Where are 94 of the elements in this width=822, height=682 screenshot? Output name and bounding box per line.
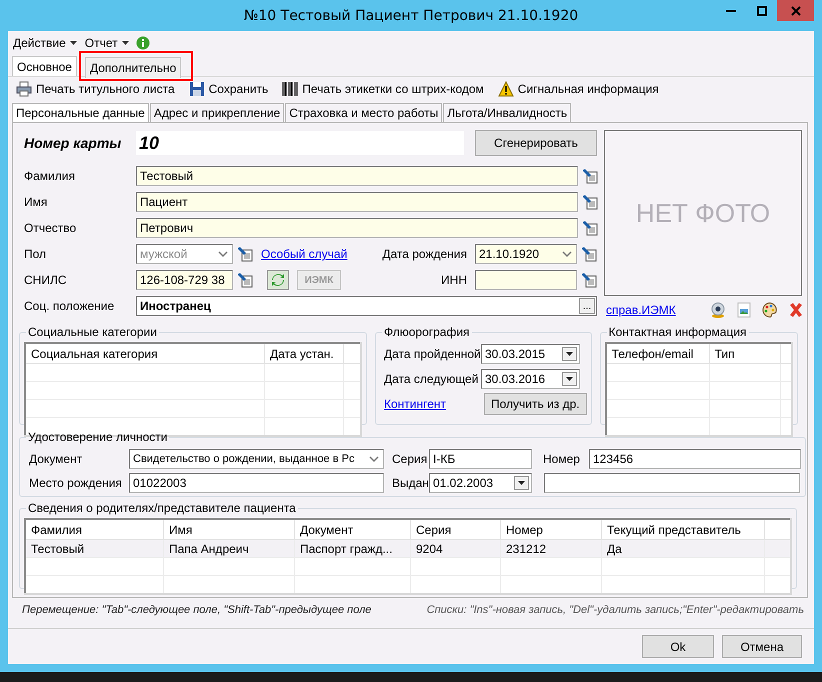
generate-button[interactable]: Сгенерировать: [475, 130, 597, 156]
palette-icon[interactable]: [762, 302, 778, 318]
input-field[interactable]: [544, 473, 800, 493]
input-field[interactable]: Петрович: [136, 218, 578, 238]
field-label: Дата следующей: [383, 372, 480, 386]
browse-button[interactable]: ...: [579, 298, 595, 314]
info-icon[interactable]: [136, 36, 150, 50]
tab[interactable]: Дополнительно: [84, 57, 182, 78]
field-label: Номер: [542, 452, 581, 466]
link[interactable]: справ.ИЭМК: [606, 303, 676, 317]
field-label: Фамилия: [23, 169, 76, 183]
caret-icon: [122, 41, 129, 45]
table-cell: Папа Андреич: [164, 540, 294, 558]
caret-icon: [70, 41, 77, 45]
webcam-icon[interactable]: [710, 302, 726, 318]
input-field[interactable]: I-КБ: [429, 449, 532, 469]
close-icon: [790, 6, 800, 16]
input-field[interactable]: Пациент: [136, 192, 578, 212]
field-label: Отчество: [23, 221, 78, 235]
ok-button[interactable]: Ok: [642, 635, 714, 658]
image-icon[interactable]: [736, 302, 752, 318]
group-title: Контактная информация: [608, 325, 748, 339]
cancel-button[interactable]: Отмена: [722, 635, 802, 658]
pencil-document-icon[interactable]: [582, 168, 598, 184]
input-field[interactable]: Иностранец ...: [136, 296, 597, 316]
toolbar-button[interactable]: Печать титульного листа: [16, 81, 175, 97]
input-field[interactable]: 01022003: [129, 473, 384, 493]
toolbar-button[interactable]: Печать этикетки со штрих-кодом: [282, 81, 484, 97]
printer-icon: [16, 81, 32, 97]
field-label: Имя: [23, 195, 48, 209]
toolbar-button[interactable]: Сохранить: [188, 81, 268, 97]
tab[interactable]: Льгота/Инвалидность: [443, 103, 572, 122]
column-header: Социальная категория: [25, 343, 264, 364]
tab[interactable]: Страховка и место работы: [285, 103, 442, 122]
minimize-icon: [726, 10, 736, 12]
warning-icon: [498, 81, 514, 97]
refresh-button[interactable]: [267, 270, 289, 290]
input-field[interactable]: 30.03.2016: [481, 369, 580, 389]
input-field[interactable]: 10: [136, 131, 464, 155]
field-label: Соц. положение: [23, 299, 116, 313]
field-label: Номер карты: [23, 135, 122, 151]
table-cell: Тестовый: [25, 540, 164, 558]
table-cell: Паспорт гражд...: [294, 540, 410, 558]
pencil-document-icon[interactable]: [581, 272, 597, 288]
field-label: Пол: [23, 247, 48, 261]
field-label: СНИЛС: [23, 273, 68, 287]
column-header: Тип: [709, 343, 780, 364]
field-label: Выдан: [391, 476, 429, 490]
toolbar-button[interactable]: Сигнальная информация: [498, 81, 659, 97]
close-button[interactable]: [777, 0, 814, 21]
group-title: Удостоверение личности: [27, 430, 168, 444]
hint-text: Списки: "Ins"-новая запись, "Del"-удалить запись;"Enter"-редактировать: [426, 604, 804, 618]
table-cell: 9204: [410, 540, 500, 558]
input-field[interactable]: [475, 270, 577, 290]
link[interactable]: Контингент: [384, 397, 484, 411]
barcode-icon: [282, 81, 298, 97]
menu-item[interactable]: Отчет: [84, 35, 130, 51]
maximize-icon: [756, 6, 766, 16]
input-field[interactable]: Тестовый: [136, 166, 578, 186]
tab[interactable]: Адрес и прикрепление: [150, 103, 284, 122]
field-label: Документ: [28, 452, 84, 466]
input-field[interactable]: 30.03.2015: [481, 344, 580, 364]
input-field[interactable]: 126-108-729 38: [136, 270, 233, 290]
column-header: Дата устан.: [264, 343, 344, 364]
group-title: Сведения о родителях/представителе пациента: [27, 501, 297, 515]
field-label: Место рождения: [28, 476, 123, 490]
group-title: Социальные категории: [27, 325, 158, 339]
tab[interactable]: Персональные данные: [12, 103, 149, 122]
tab[interactable]: Основное: [12, 56, 77, 76]
input-field[interactable]: 21.10.1920: [475, 244, 577, 264]
no-photo-caption: НЕТ ФОТО: [634, 196, 772, 230]
group-title: Флюорография: [383, 325, 471, 339]
menu-item[interactable]: Действие: [12, 35, 78, 51]
refresh-icon: [271, 273, 285, 287]
pencil-document-icon[interactable]: [237, 246, 253, 262]
hint-text: Перемещение: "Tab"-следующее поле, "Shift-Tab"-предыдущее поле: [22, 604, 372, 618]
window-title: №10 Тестовый Пациент Петрович 21.10.1920: [244, 8, 578, 24]
field-label: ИНН: [440, 273, 468, 287]
input-field[interactable]: 123456: [589, 449, 801, 469]
input-field[interactable]: 01.02.2003: [429, 473, 532, 493]
column-header: Телефон/email: [606, 343, 710, 364]
link[interactable]: Особый случай: [261, 247, 348, 261]
field-label: Серия: [391, 452, 428, 466]
delete-icon[interactable]: [788, 302, 804, 318]
pencil-document-icon[interactable]: [582, 220, 598, 236]
input-field[interactable]: Свидетельство о рождении, выданное в Рс: [129, 449, 384, 469]
get-button[interactable]: Получить из др.: [484, 393, 587, 415]
table-cell: 231212: [500, 540, 602, 558]
pencil-document-icon[interactable]: [237, 272, 253, 288]
pencil-document-icon[interactable]: [582, 194, 598, 210]
field-label: Дата пройденной: [383, 347, 481, 361]
pencil-document-icon[interactable]: [581, 246, 597, 262]
table-cell: Да: [602, 540, 764, 558]
field-label: Дата рождения: [381, 247, 468, 261]
